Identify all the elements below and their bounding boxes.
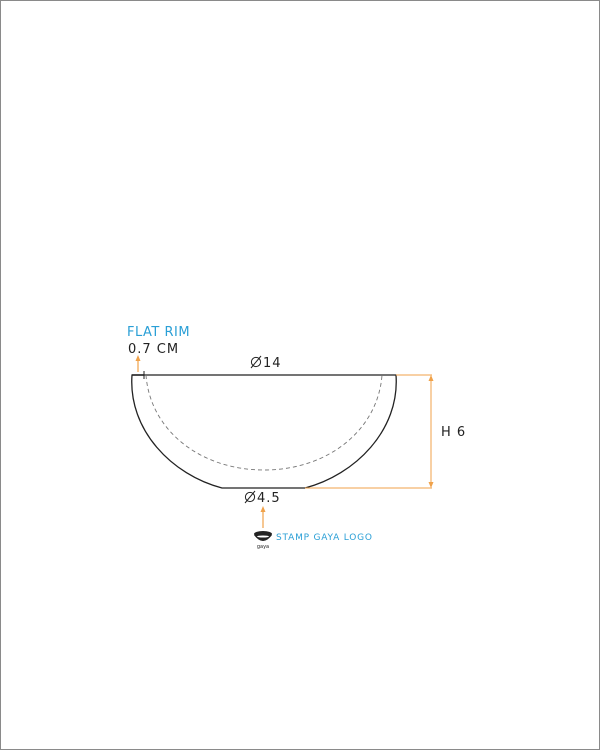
bowl-outline xyxy=(131,374,397,489)
top-diameter-label: 14 xyxy=(263,356,282,371)
bowl-logo-icon xyxy=(254,531,272,541)
diameter-icon xyxy=(244,490,256,504)
diameter-icon xyxy=(250,355,262,369)
bowl-inner-profile xyxy=(145,374,383,471)
bowl-technical-drawing: gaya FLAT RIM 0.7 CM 14 4.5 H 6 STAMP GA… xyxy=(127,325,466,550)
rim-thickness-label: 0.7 CM xyxy=(128,342,179,357)
height-arrow-top xyxy=(428,375,434,381)
base-diameter-label: 4.5 xyxy=(257,491,281,506)
stamp-label: STAMP GAYA LOGO xyxy=(276,533,373,543)
stamp-arrow-head xyxy=(260,506,266,512)
logo-wordmark: gaya xyxy=(257,544,269,550)
rim-label: FLAT RIM xyxy=(127,325,190,340)
height-label: H 6 xyxy=(441,425,466,440)
height-arrow-bottom xyxy=(428,482,434,488)
